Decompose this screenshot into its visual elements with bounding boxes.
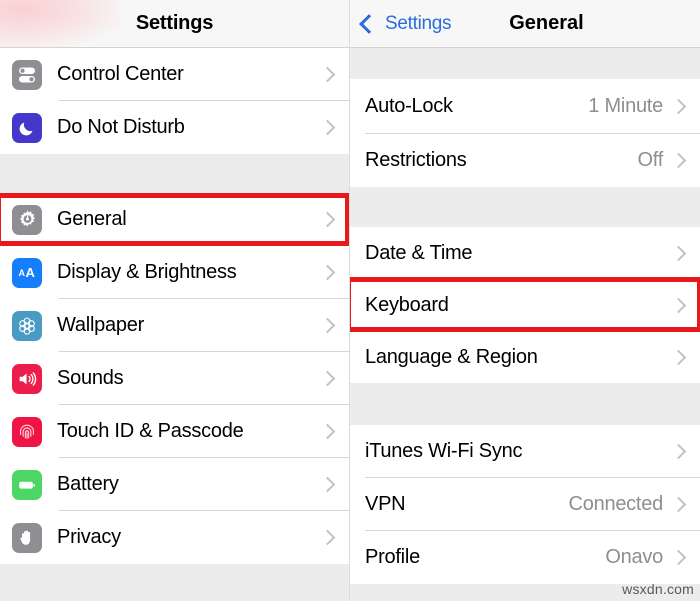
list-item-itunes-wifi-sync[interactable]: iTunes Wi-Fi Sync xyxy=(350,425,700,478)
list-item-auto-lock[interactable]: Auto-Lock 1 Minute xyxy=(350,79,700,134)
chevron-right-icon xyxy=(319,370,336,387)
page-title: Settings xyxy=(135,12,214,34)
sidebar-item-label: Display & Brightness xyxy=(57,261,237,283)
chevron-right-icon xyxy=(670,349,687,366)
sidebar-item-label: Battery xyxy=(57,473,119,495)
general-group-2: Date & Time Keyboard Language & Region xyxy=(350,227,700,383)
control-center-icon xyxy=(12,59,42,90)
general-navbar: Settings General xyxy=(350,0,700,48)
watermark: wsxdn.com xyxy=(622,581,694,597)
chevron-right-icon xyxy=(319,317,336,334)
list-item-vpn[interactable]: VPN Connected xyxy=(350,478,700,531)
list-item-label: Auto-Lock xyxy=(365,95,453,117)
chevron-right-icon xyxy=(670,297,687,314)
group-gap xyxy=(350,187,700,227)
sidebar-item-label: Touch ID & Passcode xyxy=(57,420,244,442)
chevron-right-icon xyxy=(670,496,687,513)
list-item-keyboard[interactable]: Keyboard xyxy=(350,279,700,332)
list-item-date-time[interactable]: Date & Time xyxy=(350,227,700,279)
group-gap xyxy=(350,48,700,79)
sidebar-item-label: General xyxy=(57,208,127,230)
sidebar-item-label: Wallpaper xyxy=(57,314,145,336)
sidebar-item-do-not-disturb[interactable]: Do Not Disturb xyxy=(0,101,349,154)
list-item-value: 1 Minute xyxy=(588,95,663,117)
list-item-label: Date & Time xyxy=(365,241,473,264)
chevron-right-icon xyxy=(670,98,687,115)
settings-screen: Settings Control Center Do Not Disturb G… xyxy=(0,0,350,601)
general-screen: Settings General Auto-Lock 1 Minute Rest… xyxy=(350,0,700,601)
list-item-label: Restrictions xyxy=(365,149,467,171)
sidebar-item-label: Privacy xyxy=(57,526,121,548)
general-group-3: iTunes Wi-Fi Sync VPN Connected Profile … xyxy=(350,425,700,584)
chevron-right-icon xyxy=(670,152,687,169)
speaker-icon xyxy=(12,363,42,394)
settings-group-1: Control Center Do Not Disturb xyxy=(0,48,349,154)
settings-navbar: Settings xyxy=(0,0,349,48)
chevron-right-icon xyxy=(670,549,687,566)
general-group-1: Auto-Lock 1 Minute Restrictions Off xyxy=(350,79,700,187)
sidebar-item-general[interactable]: General xyxy=(0,193,349,246)
sidebar-item-battery[interactable]: Battery xyxy=(0,458,349,511)
back-button[interactable]: Settings xyxy=(358,12,452,35)
hand-icon xyxy=(12,522,42,553)
list-item-value: Onavo xyxy=(605,546,663,568)
aa-glyph: AA xyxy=(18,265,36,280)
sidebar-item-privacy[interactable]: Privacy xyxy=(0,511,349,564)
chevron-right-icon xyxy=(319,529,336,546)
gear-icon xyxy=(12,204,42,235)
sidebar-item-wallpaper[interactable]: Wallpaper xyxy=(0,299,349,352)
chevron-right-icon xyxy=(319,264,336,281)
list-item-restrictions[interactable]: Restrictions Off xyxy=(350,134,700,187)
sidebar-item-label: Sounds xyxy=(57,367,124,389)
list-item-value: Connected xyxy=(568,493,664,515)
chevron-left-icon xyxy=(359,13,379,34)
list-item-value: Off xyxy=(637,149,663,171)
group-gap xyxy=(0,154,349,193)
sidebar-item-display-brightness[interactable]: AA Display & Brightness xyxy=(0,246,349,299)
list-item-language-region[interactable]: Language & Region xyxy=(350,332,700,383)
chevron-right-icon xyxy=(670,245,687,261)
group-gap xyxy=(350,383,700,425)
battery-icon xyxy=(12,469,42,500)
flower-icon xyxy=(12,310,42,341)
chevron-right-icon xyxy=(670,443,687,460)
sidebar-item-label: Control Center xyxy=(57,63,184,85)
chevron-right-icon xyxy=(319,211,336,228)
fingerprint-icon xyxy=(12,416,42,447)
back-button-label: Settings xyxy=(385,12,452,34)
chevron-right-icon xyxy=(319,66,336,83)
sidebar-item-touch-id-passcode[interactable]: Touch ID & Passcode xyxy=(0,405,349,458)
settings-group-2: General AA Display & Brightness Wallpape… xyxy=(0,193,349,564)
sidebar-item-label: Do Not Disturb xyxy=(57,116,185,138)
list-item-profile[interactable]: Profile Onavo xyxy=(350,531,700,584)
list-item-label: Language & Region xyxy=(365,346,538,368)
sidebar-item-control-center[interactable]: Control Center xyxy=(0,48,349,101)
sidebar-item-sounds[interactable]: Sounds xyxy=(0,352,349,405)
list-item-label: Keyboard xyxy=(365,294,449,316)
list-item-label: Profile xyxy=(365,546,420,568)
text-size-icon: AA xyxy=(12,257,42,288)
list-item-label: iTunes Wi-Fi Sync xyxy=(365,440,523,462)
dual-screenshot-container: Settings Control Center Do Not Disturb G… xyxy=(0,0,700,601)
chevron-right-icon xyxy=(319,423,336,440)
chevron-right-icon xyxy=(319,476,336,493)
list-item-label: VPN xyxy=(365,493,406,515)
moon-icon xyxy=(12,112,42,143)
chevron-right-icon xyxy=(319,119,336,136)
